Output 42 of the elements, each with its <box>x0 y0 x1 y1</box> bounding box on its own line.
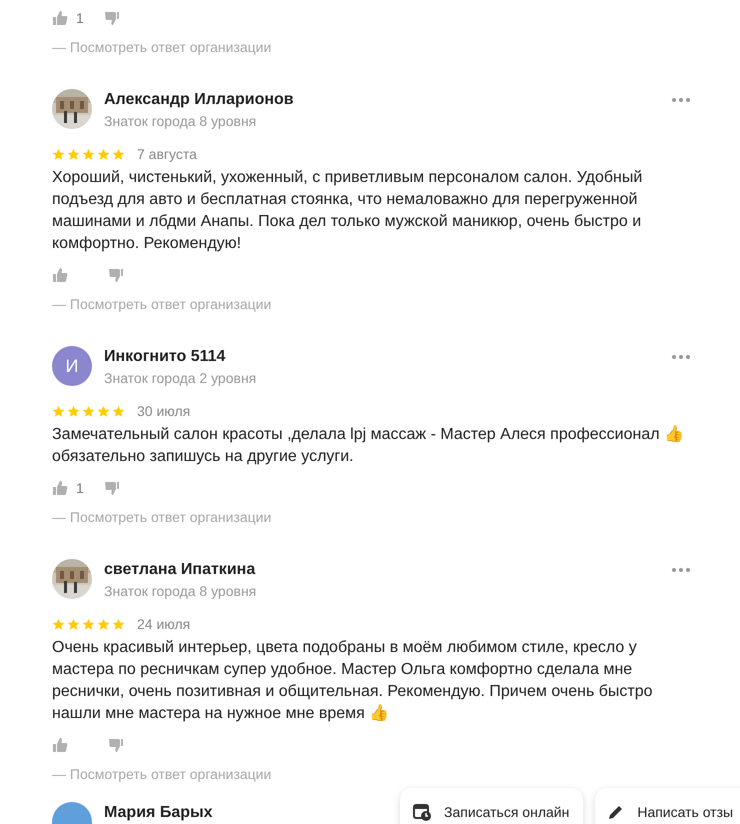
thumbs-up-icon[interactable] <box>52 10 68 26</box>
review-date: 7 августа <box>137 144 197 164</box>
star-icon <box>67 404 80 418</box>
review-text: Замечательный салон красоты ,делала lpj массаж - Мастер Алеся профессионал 👍 обязательно запишусь на другие услуги. <box>52 424 686 467</box>
review-text: Хороший, чистенький, ухоженный, с приветливым персоналом салон. Удобный подъезд для авто и бесплатная стоянка, что немаловажно для перегруженной машинами и лбдми Анапы. Пока дел только мужской маникюр, очень быстро и комфортно. Рекомендую! <box>52 168 644 254</box>
thumbs-up-icon[interactable] <box>52 267 68 283</box>
review-date: 24 июля <box>137 614 190 634</box>
action-button[interactable]: Записаться онлайн <box>400 788 584 824</box>
star-icon <box>82 404 95 418</box>
reviewer-level: Знаток города 8 уровня <box>104 112 256 131</box>
star-icon <box>97 618 110 630</box>
thumbs-down-icon[interactable] <box>104 10 120 26</box>
thumbs-down-icon[interactable] <box>104 480 120 496</box>
star-icon <box>52 148 65 160</box>
star-icon <box>52 618 65 630</box>
reviewer-level: Знаток города 8 уровня <box>104 582 256 601</box>
star-icon <box>112 618 125 630</box>
avatar: И <box>52 346 92 386</box>
thumbs-down-icon[interactable] <box>108 267 124 283</box>
star-icon <box>82 148 95 160</box>
star-icon <box>97 148 110 160</box>
reviewer-level: Знаток города 2 уровня <box>104 369 256 388</box>
reviewer-name[interactable]: светлана Ипаткина <box>104 560 256 580</box>
reviewer-name[interactable]: Инкогнито 5114 <box>104 347 226 367</box>
reviewer-name[interactable]: Александр Илларионов <box>104 90 294 110</box>
star-icon <box>52 404 65 418</box>
star-icon <box>112 404 125 418</box>
star-icon <box>82 618 95 630</box>
star-icon <box>67 148 80 160</box>
thumbs-up-icon[interactable] <box>52 480 68 496</box>
thumbs-down-icon[interactable] <box>108 737 124 753</box>
review-date: 30 июля <box>137 402 190 420</box>
star-icon <box>97 404 110 418</box>
review-text: Очень красивый интерьер, цвета подобраны в моём любимом стиле, кресло у мастера по ресничкам супер удобное. Мастер Ольга комфортно сделала мне реснички, очень позитивная и общительная. Рекомендую. Причем очень быстро нашли мне мастера на нужное мне время 👍 <box>52 638 654 724</box>
like-count: 1 <box>76 8 84 28</box>
star-icon <box>112 148 125 160</box>
calendar-clock-icon <box>412 802 432 822</box>
reviewer-name[interactable]: Мария Барых <box>104 802 213 823</box>
thumbs-up-icon[interactable] <box>52 737 68 753</box>
like-count: 1 <box>76 478 84 498</box>
star-icon <box>67 618 80 630</box>
action-button[interactable]: Написать отзы <box>595 788 740 824</box>
